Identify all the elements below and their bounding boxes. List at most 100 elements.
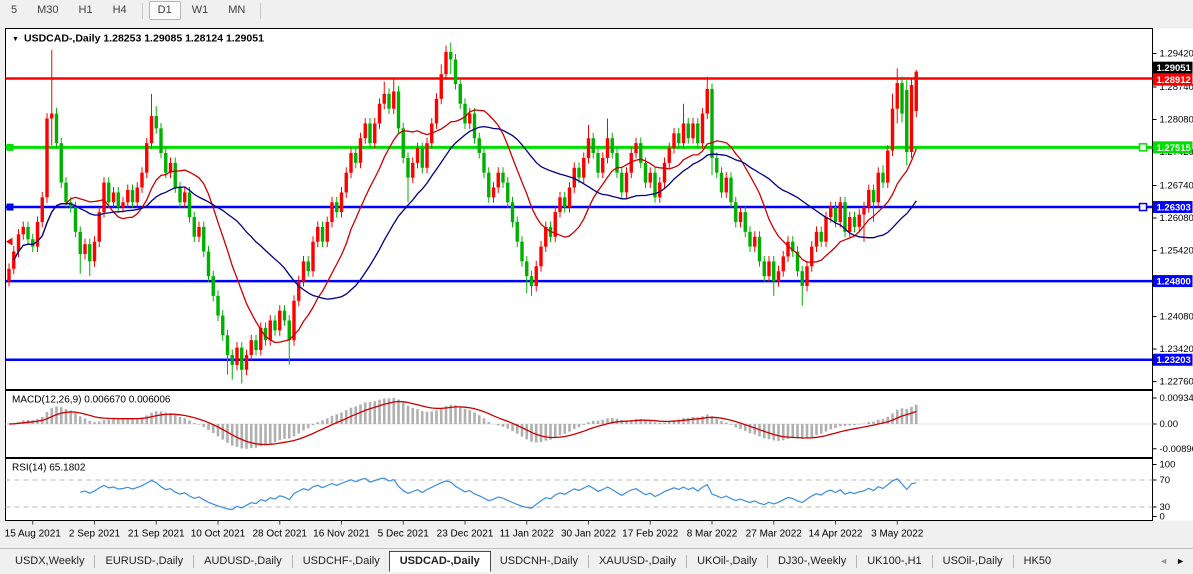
candle[interactable] [435,99,438,124]
candle[interactable] [668,148,671,163]
candle[interactable] [720,173,723,193]
candle[interactable] [539,247,542,267]
candle[interactable] [79,232,82,254]
candle[interactable] [326,222,329,242]
candle[interactable] [126,190,129,202]
candle[interactable] [41,197,44,222]
chart-dropdown-icon[interactable]: ▼ [12,36,19,43]
candle[interactable] [620,173,623,193]
candle[interactable] [302,261,305,281]
candle[interactable] [891,109,894,151]
candle[interactable] [316,227,319,242]
candle[interactable] [383,94,386,104]
candle[interactable] [98,212,101,242]
tab-usdchf[interactable]: USDCHF-,Daily [294,552,389,571]
candle[interactable] [425,143,428,168]
timeframe-button-h1[interactable]: H1 [70,1,102,20]
candle[interactable] [449,52,452,59]
candle[interactable] [734,202,737,222]
candle[interactable] [767,261,770,276]
tab-usdcad[interactable]: USDCAD-,Daily [389,551,491,572]
candle[interactable] [50,114,53,119]
tab-uk100[interactable]: UK100-,H1 [858,552,930,571]
timeframe-button-w1[interactable]: W1 [183,1,218,20]
candle[interactable] [345,173,348,193]
candle[interactable] [250,340,253,355]
candle[interactable] [397,91,400,128]
candle[interactable] [592,138,595,153]
candle[interactable] [93,242,96,262]
candle[interactable] [606,138,609,158]
candle[interactable] [216,296,219,316]
line-handle-left[interactable] [7,144,14,151]
candle[interactable] [22,227,25,234]
candle[interactable] [112,192,115,202]
candle[interactable] [558,197,561,212]
candle[interactable] [820,232,823,242]
candle[interactable] [36,222,39,247]
candle[interactable] [615,153,618,173]
candle[interactable] [663,163,666,183]
candle[interactable] [506,183,509,203]
candle[interactable] [658,183,661,198]
tab-dj30[interactable]: DJ30-,Weekly [769,552,855,571]
tab-scroll-left-icon[interactable]: ◄ [1159,557,1168,566]
candle[interactable] [710,89,713,158]
candle[interactable] [691,123,694,138]
candle[interactable] [482,153,485,173]
candle[interactable] [881,173,884,183]
candle[interactable] [411,163,414,178]
candle[interactable] [763,261,766,276]
candle[interactable] [729,178,732,203]
candle[interactable] [687,123,690,138]
candle[interactable] [501,173,504,183]
candle[interactable] [349,153,352,173]
candle[interactable] [786,242,789,257]
candle[interactable] [725,178,728,193]
candle[interactable] [872,190,875,202]
tab-audusd[interactable]: AUDUSD-,Daily [195,552,291,571]
candle[interactable] [207,252,210,277]
candle[interactable] [373,123,376,143]
candle[interactable] [877,173,880,203]
candle[interactable] [74,207,77,232]
candle[interactable] [136,187,139,202]
candle[interactable] [140,173,143,188]
tab-ukoil[interactable]: UKOil-,Daily [688,552,766,571]
candle[interactable] [834,207,837,222]
candle[interactable] [55,114,58,144]
candle[interactable] [601,158,604,173]
candle[interactable] [459,84,462,104]
candle[interactable] [706,89,709,114]
candle[interactable] [330,202,333,222]
candle[interactable] [530,276,533,286]
candle[interactable] [60,143,63,182]
candle[interactable] [188,192,191,217]
candle[interactable] [283,311,286,321]
candle[interactable] [782,256,785,271]
candle[interactable] [516,222,519,242]
candle[interactable] [231,355,234,365]
candle[interactable] [164,153,167,173]
line-handle-right[interactable] [1140,204,1147,211]
candle[interactable] [273,320,276,330]
candle[interactable] [197,227,200,237]
candle[interactable] [758,237,761,262]
tab-scroll-right-icon[interactable]: ► [1176,557,1185,566]
candle[interactable] [45,119,48,198]
candle[interactable] [829,207,832,217]
candle[interactable] [696,123,699,143]
candle[interactable] [497,173,500,188]
candle[interactable] [440,74,443,99]
candle[interactable] [801,271,804,286]
candle[interactable] [88,244,91,261]
candle[interactable] [307,261,310,271]
candle[interactable] [7,269,10,281]
candle[interactable] [212,276,215,296]
candle[interactable] [107,183,110,203]
tab-xauusd[interactable]: XAUUSD-,Daily [590,552,685,571]
candle[interactable] [744,212,747,232]
candle[interactable] [886,151,889,183]
candle[interactable] [406,158,409,178]
candle[interactable] [359,138,362,163]
